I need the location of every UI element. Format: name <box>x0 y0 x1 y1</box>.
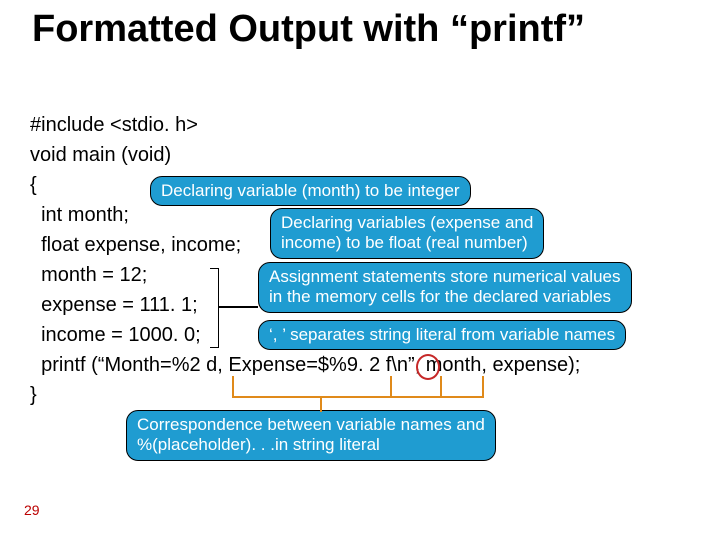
code-block: #include <stdio. h> void main (void) { i… <box>30 110 580 410</box>
code-line: void main (void) <box>30 140 580 170</box>
callout-comma-sep: ‘, ’ separates string literal from varia… <box>258 320 626 350</box>
slide-title: Formatted Output with “printf” <box>32 8 700 51</box>
corr-line-h <box>232 396 484 398</box>
corr-tick <box>390 376 392 396</box>
bracket-tick <box>218 306 258 308</box>
circle-comma <box>416 354 440 380</box>
callout-correspondence: Correspondence between variable names an… <box>126 410 496 461</box>
callout-declare-float: Declaring variables (expense and income)… <box>270 208 544 259</box>
code-line: #include <stdio. h> <box>30 110 580 140</box>
callout-assignment: Assignment statements store numerical va… <box>258 262 632 313</box>
callout-declare-int: Declaring variable (month) to be integer <box>150 176 471 206</box>
corr-tick <box>440 376 442 396</box>
corr-drop <box>320 396 322 412</box>
bracket-assignments <box>210 268 219 348</box>
code-line: } <box>30 380 580 410</box>
code-line: printf (“Month=%2 d, Expense=$%9. 2 f\n”… <box>30 350 580 380</box>
page-number: 29 <box>24 502 40 518</box>
corr-tick <box>482 376 484 396</box>
corr-tick <box>232 376 234 396</box>
slide: Formatted Output with “printf” #include … <box>0 0 720 540</box>
